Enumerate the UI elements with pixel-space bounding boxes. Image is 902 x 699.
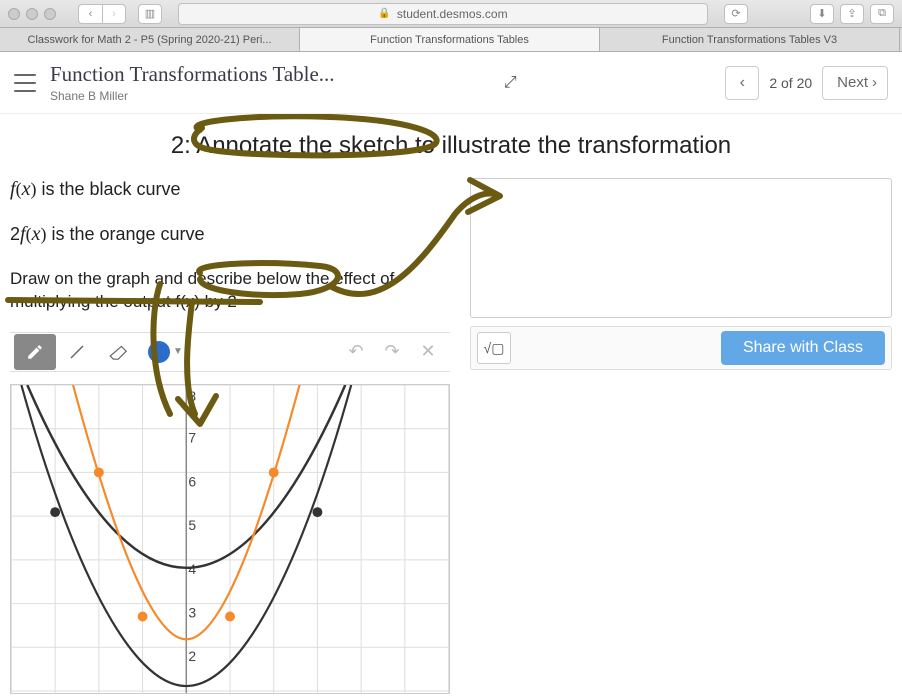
fullscreen-icon[interactable]: ⤢ xyxy=(495,68,525,98)
window-max-icon[interactable] xyxy=(44,8,56,20)
svg-text:3: 3 xyxy=(188,604,196,620)
svg-text:5: 5 xyxy=(188,517,196,533)
line-tool[interactable] xyxy=(56,334,98,370)
url-bar[interactable]: 🔒 student.desmos.com xyxy=(178,3,708,25)
eraser-tool[interactable] xyxy=(98,334,140,370)
lock-icon: 🔒 xyxy=(378,8,390,19)
prompt-text: Draw on the graph and describe below the… xyxy=(10,268,450,314)
browser-tab[interactable]: Classwork for Math 2 - P5 (Spring 2020-2… xyxy=(0,28,300,51)
svg-text:6: 6 xyxy=(188,473,196,489)
svg-text:8: 8 xyxy=(188,388,196,404)
svg-text:2: 2 xyxy=(188,648,196,664)
caret-down-icon: ▼ xyxy=(173,346,183,357)
browser-toolbar: ‹ › ▥ 🔒 student.desmos.com ⟳ ⬇ ⇪ ⧉ xyxy=(0,0,902,28)
back-button[interactable]: ‹ xyxy=(78,4,102,24)
sidebar-toggle-icon[interactable]: ▥ xyxy=(138,4,162,24)
undo-button[interactable]: ↶ xyxy=(338,334,374,370)
math-keyboard-button[interactable]: √▢ xyxy=(477,332,511,364)
pager-text: 2 of 20 xyxy=(769,75,812,91)
window-min-icon[interactable] xyxy=(26,8,38,20)
next-button[interactable]: Next› xyxy=(822,66,888,100)
browser-tab[interactable]: Function Transformations Tables V3 xyxy=(600,28,900,51)
reload-button[interactable]: ⟳ xyxy=(724,4,748,24)
svg-text:7: 7 xyxy=(188,430,196,446)
color-swatch-icon xyxy=(148,341,170,363)
activity-title: Function Transformations Table... xyxy=(50,62,495,87)
text-line-1: f(x) is the black curve xyxy=(10,178,450,201)
prev-button[interactable]: ‹ xyxy=(725,66,759,100)
app-header: Function Transformations Table... Shane … xyxy=(0,52,902,114)
graph-canvas[interactable]: 8 7 6 5 4 3 2 xyxy=(10,384,450,694)
pager: ‹ 2 of 20 Next› xyxy=(725,66,888,100)
url-text: student.desmos.com xyxy=(397,7,508,21)
slide-content: 2: Annotate the sketch to illustrate the… xyxy=(0,114,902,699)
browser-tab[interactable]: Function Transformations Tables xyxy=(300,28,600,51)
tabs-overview-button[interactable]: ⧉ xyxy=(870,4,894,24)
text-line-2: 2f(x) is the orange curve xyxy=(10,223,450,246)
pencil-tool[interactable] xyxy=(14,334,56,370)
answer-input[interactable] xyxy=(470,178,892,318)
clear-button[interactable]: ✕ xyxy=(410,334,446,370)
forward-button[interactable]: › xyxy=(102,4,126,24)
activity-author: Shane B Miller xyxy=(50,89,495,103)
draw-toolbar: ▼ ↶ ↷ ✕ xyxy=(10,332,450,372)
browser-tabbar: Classwork for Math 2 - P5 (Spring 2020-2… xyxy=(0,28,902,52)
slide-title: 2: Annotate the sketch to illustrate the… xyxy=(0,132,902,160)
share-with-class-button[interactable]: Share with Class xyxy=(721,331,885,365)
share-system-button[interactable]: ⇪ xyxy=(840,4,864,24)
answer-toolbar: √▢ Share with Class xyxy=(470,326,892,370)
redo-button[interactable]: ↷ xyxy=(374,334,410,370)
chevron-right-icon: › xyxy=(872,74,877,91)
download-button[interactable]: ⬇ xyxy=(810,4,834,24)
window-close-icon[interactable] xyxy=(8,8,20,20)
menu-icon[interactable] xyxy=(14,74,36,92)
color-picker[interactable]: ▼ xyxy=(148,341,183,363)
